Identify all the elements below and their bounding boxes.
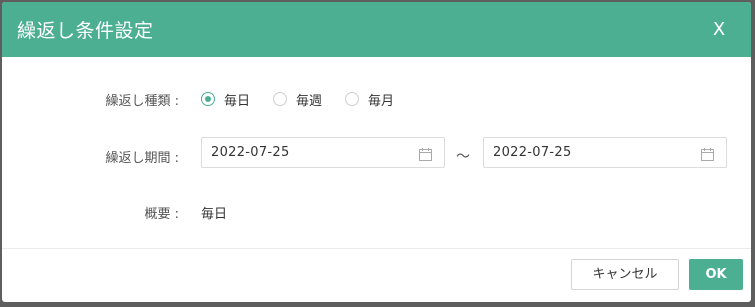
dialog-header: 繰返し条件設定 X bbox=[2, 2, 751, 57]
radio-weekly-label[interactable]: 毎週 bbox=[296, 90, 322, 109]
calendar-icon[interactable] bbox=[419, 146, 432, 165]
cancel-button[interactable]: キャンセル bbox=[571, 259, 679, 290]
radio-monthly[interactable] bbox=[345, 92, 359, 106]
footer-divider bbox=[2, 248, 751, 249]
summary-label: 概要 : bbox=[144, 207, 179, 222]
dialog-title: 繰返し条件設定 bbox=[17, 20, 154, 42]
end-date-value: 2022-07-25 bbox=[493, 145, 572, 160]
start-date-input[interactable]: 2022-07-25 bbox=[201, 137, 445, 168]
repeat-settings-dialog: 繰返し条件設定 X 繰返し種類 : 毎日 毎週 毎月 繰返し期間 : 2022-… bbox=[2, 2, 751, 302]
radio-daily-label[interactable]: 毎日 bbox=[224, 90, 250, 109]
radio-selected-dot bbox=[205, 96, 211, 102]
radio-weekly[interactable] bbox=[273, 92, 287, 106]
repeat-type-label: 繰返し種類 : bbox=[105, 94, 179, 109]
calendar-icon[interactable] bbox=[701, 146, 714, 165]
period-label: 繰返し期間 : bbox=[105, 151, 179, 166]
start-date-value: 2022-07-25 bbox=[211, 145, 290, 160]
close-icon[interactable]: X bbox=[709, 19, 729, 41]
end-date-input[interactable]: 2022-07-25 bbox=[483, 137, 727, 168]
radio-monthly-label[interactable]: 毎月 bbox=[368, 90, 394, 109]
date-range-separator: ～ bbox=[456, 149, 470, 165]
summary-value: 毎日 bbox=[201, 207, 228, 222]
radio-daily[interactable] bbox=[201, 92, 215, 106]
ok-button[interactable]: OK bbox=[689, 259, 743, 290]
